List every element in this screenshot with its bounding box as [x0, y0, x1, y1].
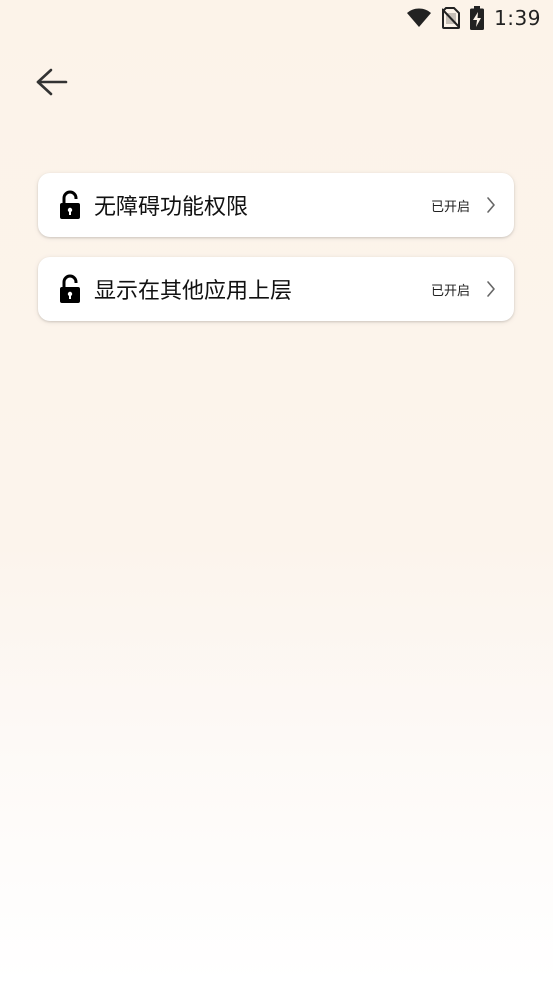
arrow-left-icon — [35, 67, 69, 101]
chevron-right-icon — [484, 279, 498, 299]
permission-label: 显示在其他应用上层 — [94, 279, 293, 304]
permission-status: 已开启 — [430, 283, 470, 299]
no-sim-icon — [442, 7, 461, 29]
chevron-right-icon — [484, 195, 498, 215]
permission-item-accessibility[interactable]: 无障碍功能权限 已开启 — [38, 173, 514, 237]
permission-item-overlay[interactable]: 显示在其他应用上层 已开启 — [38, 257, 514, 321]
back-button[interactable] — [30, 62, 74, 106]
permission-status: 已开启 — [430, 199, 470, 215]
unlock-icon — [58, 189, 82, 221]
wifi-icon — [406, 8, 432, 28]
battery-charging-icon — [470, 6, 485, 30]
status-time: 1:39 — [494, 6, 541, 30]
unlock-icon — [58, 273, 82, 305]
status-icons: 1:39 — [406, 6, 541, 30]
status-bar: 1:39 — [0, 0, 553, 36]
permission-label: 无障碍功能权限 — [94, 195, 249, 220]
